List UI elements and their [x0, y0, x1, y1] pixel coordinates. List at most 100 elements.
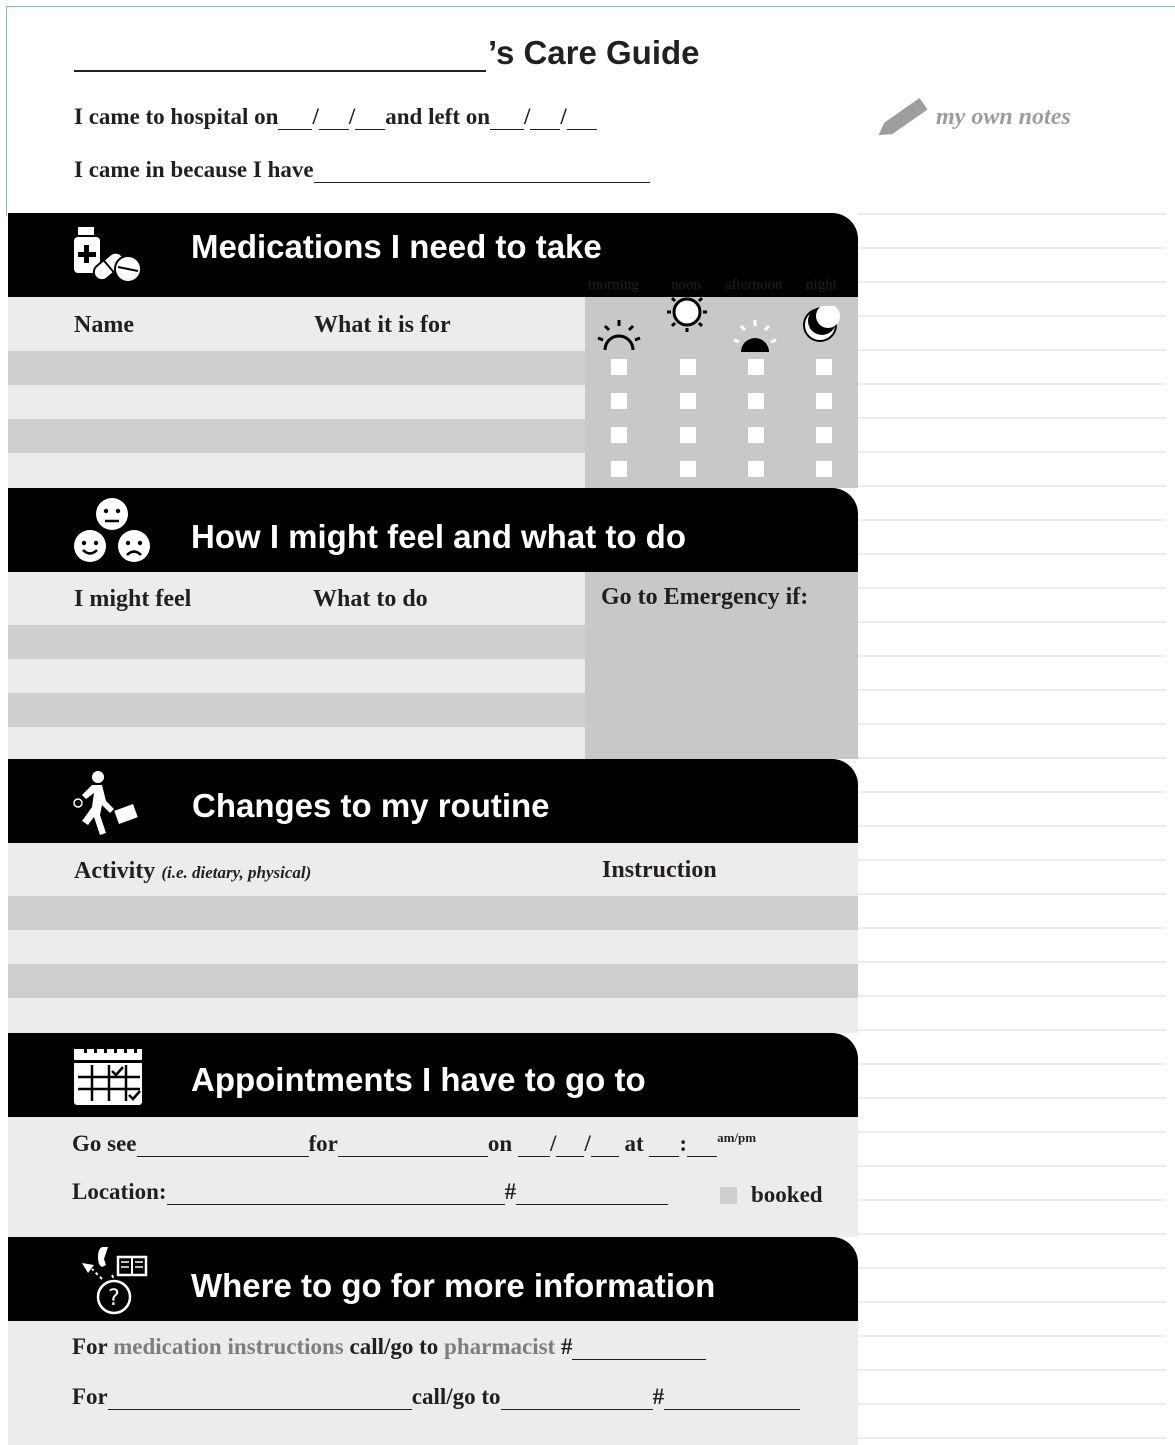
note-line[interactable] [858, 1403, 1166, 1405]
dose-checkbox[interactable] [816, 461, 832, 477]
call-go-to-label: call/go to [411, 1384, 501, 1409]
left-label: and left on [385, 104, 491, 129]
at-label: at [624, 1131, 644, 1156]
activity-note: (i.e. dietary, physical) [161, 863, 312, 882]
medication-icon [74, 227, 142, 283]
left-year-blank[interactable] [566, 109, 597, 130]
note-line[interactable] [858, 587, 1166, 589]
year-blank[interactable] [590, 1136, 619, 1157]
medication-instructions-label: medication instructions [113, 1334, 344, 1359]
reason-blank[interactable] [313, 162, 650, 183]
note-line[interactable] [858, 553, 1166, 555]
dose-checkbox[interactable] [816, 427, 832, 443]
note-line[interactable] [858, 281, 1166, 283]
dose-checkbox[interactable] [680, 427, 696, 443]
note-line[interactable] [858, 1233, 1166, 1235]
note-line[interactable] [858, 893, 1166, 895]
note-line[interactable] [858, 1063, 1166, 1065]
note-line[interactable] [858, 723, 1166, 725]
dose-checkbox[interactable] [748, 461, 764, 477]
routine-row[interactable] [8, 930, 858, 964]
note-line[interactable] [858, 315, 1166, 317]
dose-checkbox[interactable] [611, 393, 627, 409]
contact-blank[interactable] [500, 1389, 653, 1410]
feel-row[interactable] [8, 625, 585, 659]
note-line[interactable] [858, 1097, 1166, 1099]
feel-row[interactable] [8, 727, 585, 759]
reason-label: I came in because I have [74, 157, 314, 182]
medication-row[interactable] [8, 351, 585, 385]
note-line[interactable] [858, 1301, 1166, 1303]
page-border-top [6, 6, 1175, 7]
note-line[interactable] [858, 757, 1166, 759]
note-line[interactable] [858, 1437, 1166, 1439]
go-see-blank[interactable] [136, 1136, 309, 1157]
dose-checkbox[interactable] [748, 359, 764, 375]
dose-checkbox[interactable] [816, 359, 832, 375]
note-line[interactable] [858, 859, 1166, 861]
hour-blank[interactable] [649, 1136, 680, 1157]
note-line[interactable] [858, 1267, 1166, 1269]
appointments-title: Appointments I have to go to [191, 1061, 646, 1098]
dose-checkbox[interactable] [611, 359, 627, 375]
note-line[interactable] [858, 485, 1166, 487]
dose-checkbox[interactable] [680, 359, 696, 375]
medication-row[interactable] [8, 419, 585, 453]
day-blank[interactable] [517, 1136, 550, 1157]
location-blank[interactable] [166, 1184, 505, 1205]
contact-phone-blank[interactable] [664, 1389, 801, 1410]
name-blank[interactable] [74, 44, 486, 72]
note-line[interactable] [858, 995, 1166, 997]
note-line[interactable] [858, 825, 1166, 827]
came-year-blank[interactable] [355, 109, 386, 130]
for-blank[interactable] [337, 1136, 488, 1157]
note-line[interactable] [858, 519, 1166, 521]
note-line[interactable] [858, 689, 1166, 691]
note-line[interactable] [858, 1029, 1166, 1031]
appointments-header: Appointments I have to go to [8, 1033, 858, 1117]
dose-checkbox[interactable] [748, 427, 764, 443]
note-line[interactable] [858, 1165, 1166, 1167]
note-line[interactable] [858, 417, 1166, 419]
dose-checkbox[interactable] [748, 393, 764, 409]
feel-row[interactable] [8, 693, 585, 727]
note-line[interactable] [858, 621, 1166, 623]
feel-row[interactable] [8, 659, 585, 693]
note-line[interactable] [858, 1335, 1166, 1337]
note-line[interactable] [858, 1369, 1166, 1371]
dose-checkbox[interactable] [680, 461, 696, 477]
note-line[interactable] [858, 383, 1166, 385]
call-go-to-label: call/go to [349, 1334, 439, 1359]
note-line[interactable] [858, 349, 1166, 351]
note-line[interactable] [858, 927, 1166, 929]
col-what-for: What it is for [314, 312, 451, 338]
booked-checkbox[interactable]: booked [720, 1182, 823, 1208]
note-line[interactable] [858, 655, 1166, 657]
month-blank[interactable] [556, 1136, 585, 1157]
minute-blank[interactable] [687, 1136, 718, 1157]
came-day-blank[interactable] [278, 109, 313, 130]
medication-row[interactable] [8, 385, 585, 419]
for-topic-blank[interactable] [107, 1389, 412, 1410]
routine-row[interactable] [8, 896, 858, 930]
phone-blank[interactable] [516, 1184, 669, 1205]
came-month-blank[interactable] [318, 109, 349, 130]
note-line[interactable] [858, 961, 1166, 963]
note-line[interactable] [858, 213, 1166, 215]
left-day-blank[interactable] [490, 109, 525, 130]
note-line[interactable] [858, 791, 1166, 793]
note-line[interactable] [858, 247, 1166, 249]
medication-row[interactable] [8, 453, 585, 488]
dose-checkbox[interactable] [611, 427, 627, 443]
note-line[interactable] [858, 1199, 1166, 1201]
pharmacist-phone-blank[interactable] [572, 1339, 707, 1360]
dose-checkbox[interactable] [816, 393, 832, 409]
booked-box[interactable] [720, 1187, 737, 1204]
routine-row[interactable] [8, 964, 858, 998]
dose-checkbox[interactable] [611, 461, 627, 477]
left-month-blank[interactable] [530, 109, 561, 130]
note-line[interactable] [858, 1131, 1166, 1133]
dose-checkbox[interactable] [680, 393, 696, 409]
routine-row[interactable] [8, 998, 858, 1033]
note-line[interactable] [858, 451, 1166, 453]
